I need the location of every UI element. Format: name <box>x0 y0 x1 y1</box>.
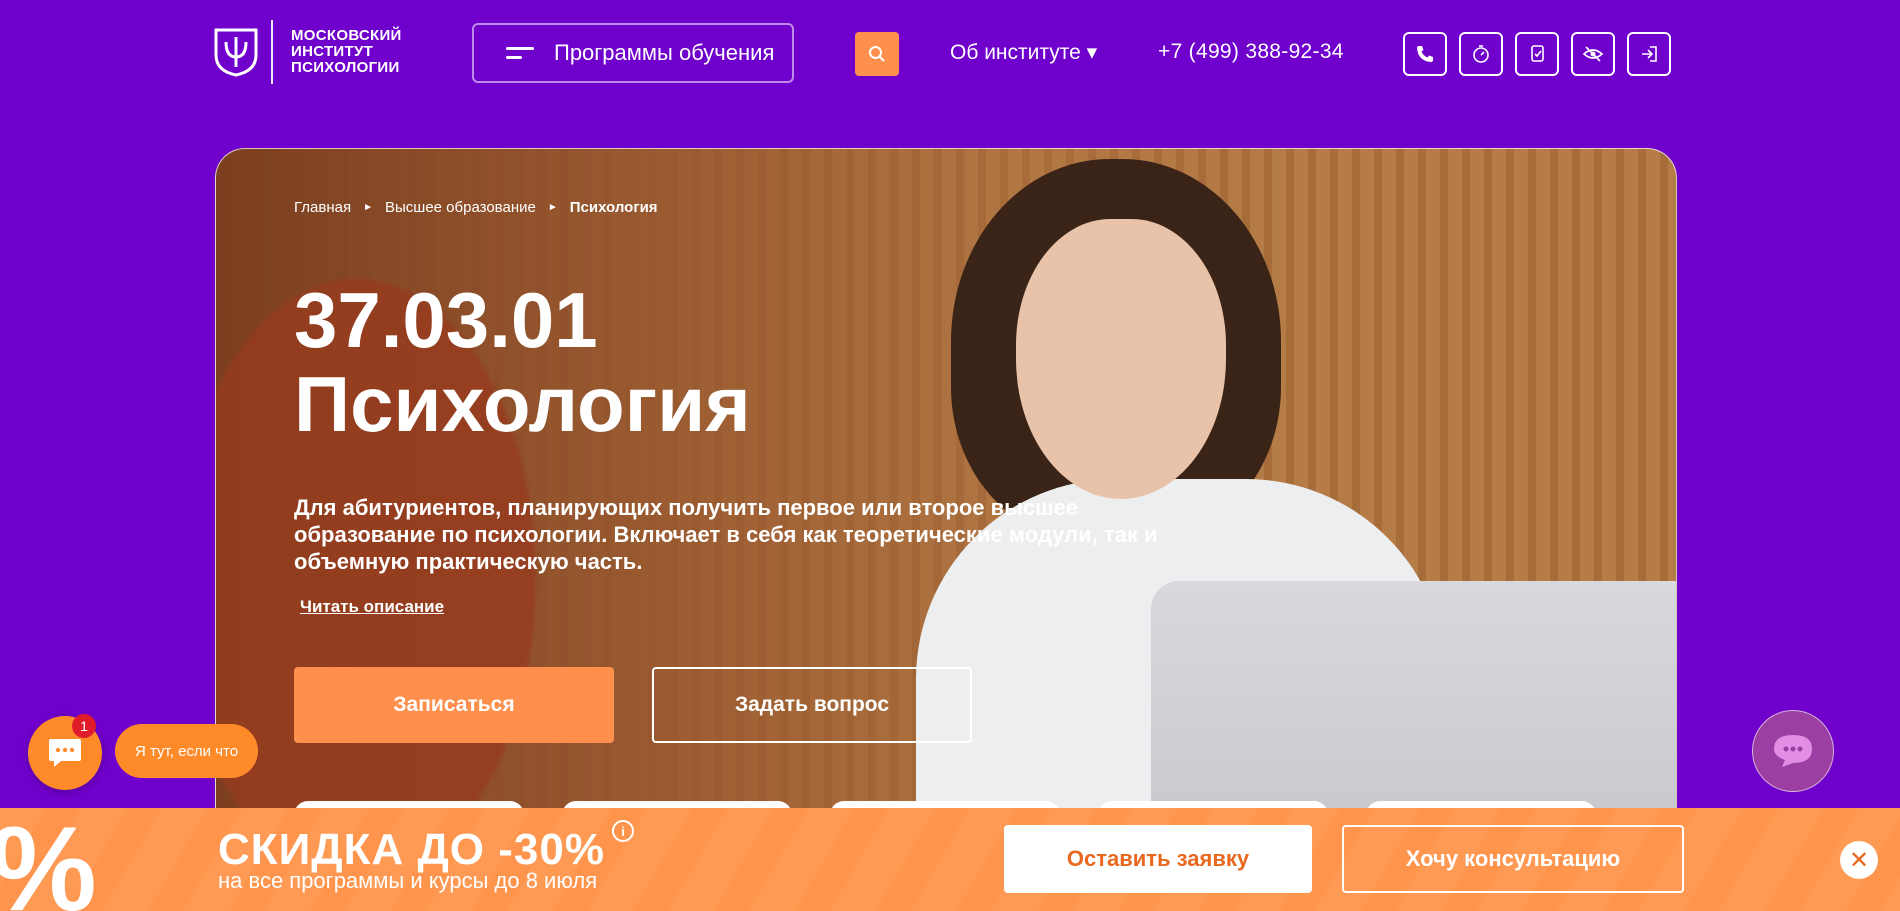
timer-button[interactable] <box>1459 32 1503 76</box>
psi-logo-icon <box>214 28 258 77</box>
document-check-icon <box>1531 45 1544 62</box>
site-logo[interactable]: МОСКОВСКИЙ ИНСТИТУТ ПСИХОЛОГИИ <box>213 20 402 84</box>
read-description-link[interactable]: Читать описание <box>300 597 1194 617</box>
consultation-button[interactable]: Хочу консультацию <box>1342 825 1684 893</box>
logo-divider <box>271 20 273 84</box>
promo-subtitle: на все программы и курсы до 8 июля <box>218 868 598 893</box>
chat-icon <box>49 739 81 767</box>
breadcrumb-current: Психология <box>569 199 658 216</box>
hero-section: Главная ► Высшее образование ► Психологи… <box>215 148 1677 818</box>
search-button[interactable] <box>855 32 899 76</box>
login-button[interactable] <box>1627 32 1671 76</box>
program-code: 37.03.01 <box>294 276 598 364</box>
chat-notification-badge: 1 <box>72 714 96 738</box>
info-icon[interactable]: i <box>612 820 634 842</box>
breadcrumb: Главная ► Высшее образование ► Психологи… <box>294 199 1194 216</box>
document-button[interactable] <box>1515 32 1559 76</box>
timer-icon <box>1473 45 1489 63</box>
eye-slash-icon <box>1582 46 1604 62</box>
accessibility-button[interactable] <box>1571 32 1615 76</box>
login-icon <box>1642 46 1657 62</box>
breadcrumb-separator-icon: ► <box>363 202 373 213</box>
hero-actions: Записаться Задать вопрос <box>294 667 972 743</box>
breadcrumb-separator-icon: ► <box>547 202 558 213</box>
programs-label: Программы обучения <box>554 40 775 65</box>
page-title: Психология <box>294 360 751 448</box>
hero-content: Главная ► Высшее образование ► Психологи… <box>294 199 1194 617</box>
close-icon[interactable]: ✕ <box>1840 841 1878 879</box>
leave-request-button[interactable]: Оставить заявку <box>1004 825 1312 893</box>
header-phone-number[interactable]: +7 (499) 388-92-34 <box>1158 40 1344 64</box>
promo-banner: % СКИДКА ДО -30% i на все программы и ку… <box>0 808 1900 911</box>
programs-menu-button[interactable]: Программы обучения <box>472 23 794 83</box>
chat-greeting-bubble[interactable]: Я тут, если что <box>115 724 259 778</box>
site-header: МОСКОВСКИЙ ИНСТИТУТ ПСИХОЛОГИИ Программы… <box>0 0 1900 110</box>
phone-icon <box>1417 46 1433 62</box>
call-button[interactable] <box>1403 32 1447 76</box>
menu-icon <box>506 41 534 65</box>
ask-question-button[interactable]: Задать вопрос <box>652 667 972 743</box>
logo-line: ПСИХОЛОГИИ <box>291 59 400 76</box>
messenger-button[interactable] <box>1752 710 1834 792</box>
logo-line: ИНСТИТУТ <box>291 43 374 60</box>
enroll-button[interactable]: Записаться <box>294 667 614 743</box>
percent-icon: % <box>0 808 97 911</box>
about-institute-menu[interactable]: Об институте ▾ <box>950 40 1097 65</box>
program-description: Для абитуриентов, планирующих получить п… <box>294 495 1158 574</box>
hero-photo-laptop <box>1151 581 1676 817</box>
search-icon <box>869 46 885 62</box>
logo-line: МОСКОВСКИЙ <box>291 27 402 44</box>
logo-text: МОСКОВСКИЙ ИНСТИТУТ ПСИХОЛОГИИ <box>291 28 402 76</box>
breadcrumb-home[interactable]: Главная <box>294 199 351 216</box>
message-bubble-icon <box>1774 735 1812 767</box>
breadcrumb-higher-education[interactable]: Высшее образование <box>385 199 536 216</box>
